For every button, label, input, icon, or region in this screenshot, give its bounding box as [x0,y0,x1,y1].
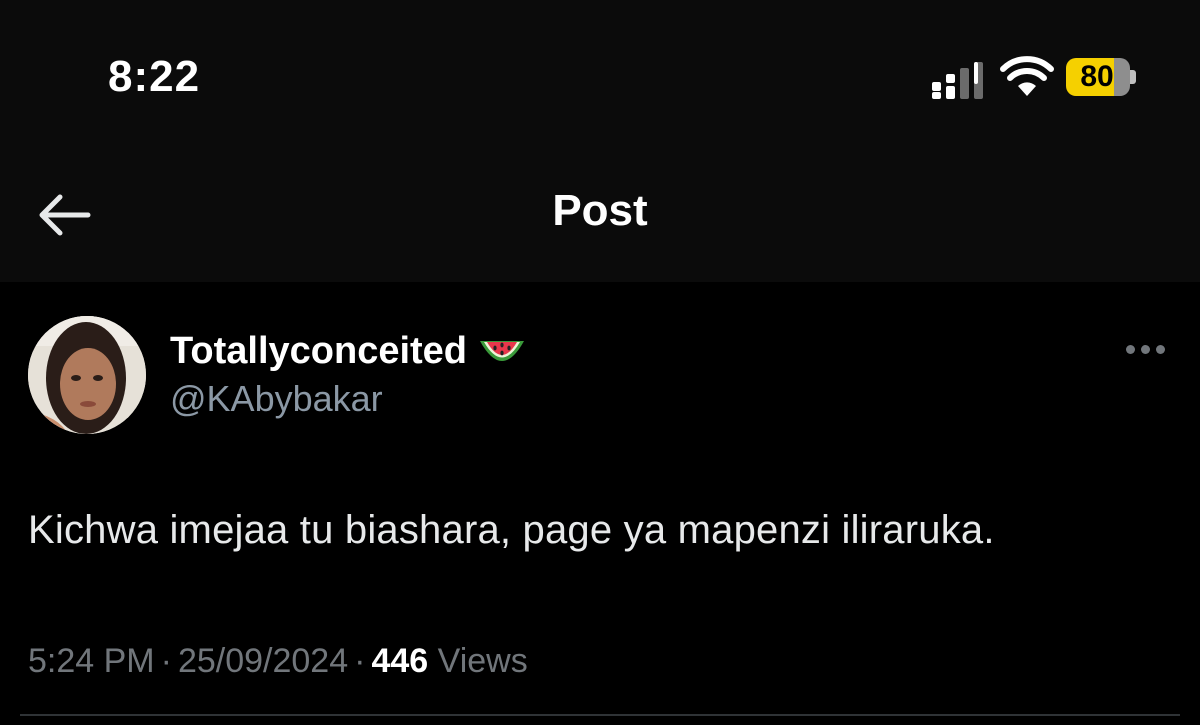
more-horizontal-icon-dot [1125,344,1135,354]
author-name-text: Totallyconceited [170,330,468,372]
battery-indicator: 80 [1066,58,1140,96]
divider [20,714,1180,716]
watermelon-icon [480,340,525,361]
avatar[interactable] [28,316,146,434]
top-bar-area [0,0,1200,282]
post-text: Kichwa imejaa tu biashara, page ya mapen… [28,508,995,552]
more-horizontal-icon-dot [1155,344,1165,354]
views-label: Views [437,642,528,680]
profile-photo [28,316,146,434]
page-title: Post [552,186,648,235]
more-horizontal-icon-dot [1140,344,1150,354]
author-display-name[interactable]: Totallyconceited [170,330,527,373]
more-options-button[interactable] [1120,334,1170,364]
battery-cap [1130,70,1136,84]
separator-dot: · [354,642,366,680]
app-frame: 8:22 80 Post Totallyconceited @KAbybakar… [0,0,1200,725]
post-meta: 5:24 PM · 25/09/2024 · 446 Views [28,642,528,681]
battery-level-label: 80 [1080,60,1114,93]
views-count: 446 [371,642,429,680]
cellular-signal-icon [932,62,983,99]
separator-dot: · [160,642,172,680]
post-date[interactable]: 25/09/2024 [178,642,348,680]
post-time[interactable]: 5:24 PM [28,642,155,680]
wifi-icon [1000,56,1054,96]
author-handle[interactable]: @KAbybakar [170,378,383,420]
status-time: 8:22 [108,52,201,101]
